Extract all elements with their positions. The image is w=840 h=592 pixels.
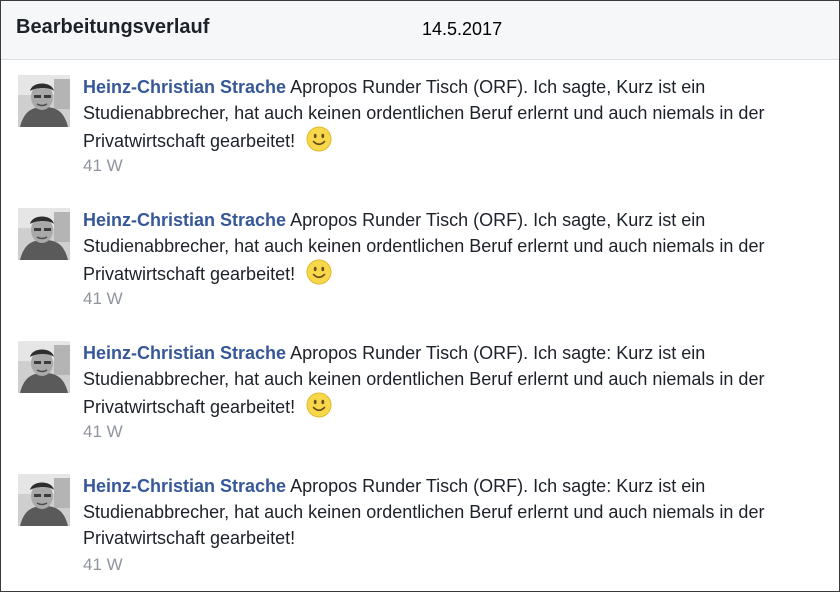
- entry-timestamp[interactable]: 41 W: [83, 422, 123, 442]
- avatar-photo: [18, 474, 70, 526]
- dialog-title: Bearbeitungsverlauf: [16, 16, 210, 38]
- entry-timestamp[interactable]: 41 W: [83, 156, 123, 176]
- entry-body: Heinz-Christian Strache Apropos Runder T…: [83, 473, 818, 551]
- history-entry: Heinz-Christian Strache Apropos Runder T…: [1, 193, 839, 321]
- entry-body: Heinz-Christian Strache Apropos Runder T…: [83, 340, 818, 420]
- author-link[interactable]: Heinz-Christian Strache: [83, 77, 286, 97]
- avatar[interactable]: [18, 75, 70, 127]
- entry-timestamp[interactable]: 41 W: [83, 289, 123, 309]
- dialog-header: Bearbeitungsverlauf 14.5.2017: [1, 1, 839, 60]
- history-entry: Heinz-Christian Strache Apropos Runder T…: [1, 60, 839, 188]
- history-entry: Heinz-Christian Strache Apropos Runder T…: [1, 459, 839, 587]
- entry-body: Heinz-Christian Strache Apropos Runder T…: [83, 74, 818, 154]
- smiley-icon: [306, 126, 332, 152]
- smiley-icon: [306, 392, 332, 418]
- entry-timestamp[interactable]: 41 W: [83, 555, 123, 575]
- history-entry: Heinz-Christian Strache Apropos Runder T…: [1, 326, 839, 454]
- avatar-photo: [18, 75, 70, 127]
- author-link[interactable]: Heinz-Christian Strache: [83, 210, 286, 230]
- header-date: 14.5.2017: [422, 19, 503, 39]
- avatar[interactable]: [18, 208, 70, 260]
- avatar-photo: [18, 341, 70, 393]
- avatar-photo: [18, 208, 70, 260]
- edit-history-dialog: Bearbeitungsverlauf 14.5.2017 Heinz-Chri…: [0, 0, 840, 592]
- entry-body: Heinz-Christian Strache Apropos Runder T…: [83, 207, 818, 287]
- smiley-icon: [306, 259, 332, 285]
- avatar[interactable]: [18, 474, 70, 526]
- author-link[interactable]: Heinz-Christian Strache: [83, 343, 286, 363]
- avatar[interactable]: [18, 341, 70, 393]
- author-link[interactable]: Heinz-Christian Strache: [83, 476, 286, 496]
